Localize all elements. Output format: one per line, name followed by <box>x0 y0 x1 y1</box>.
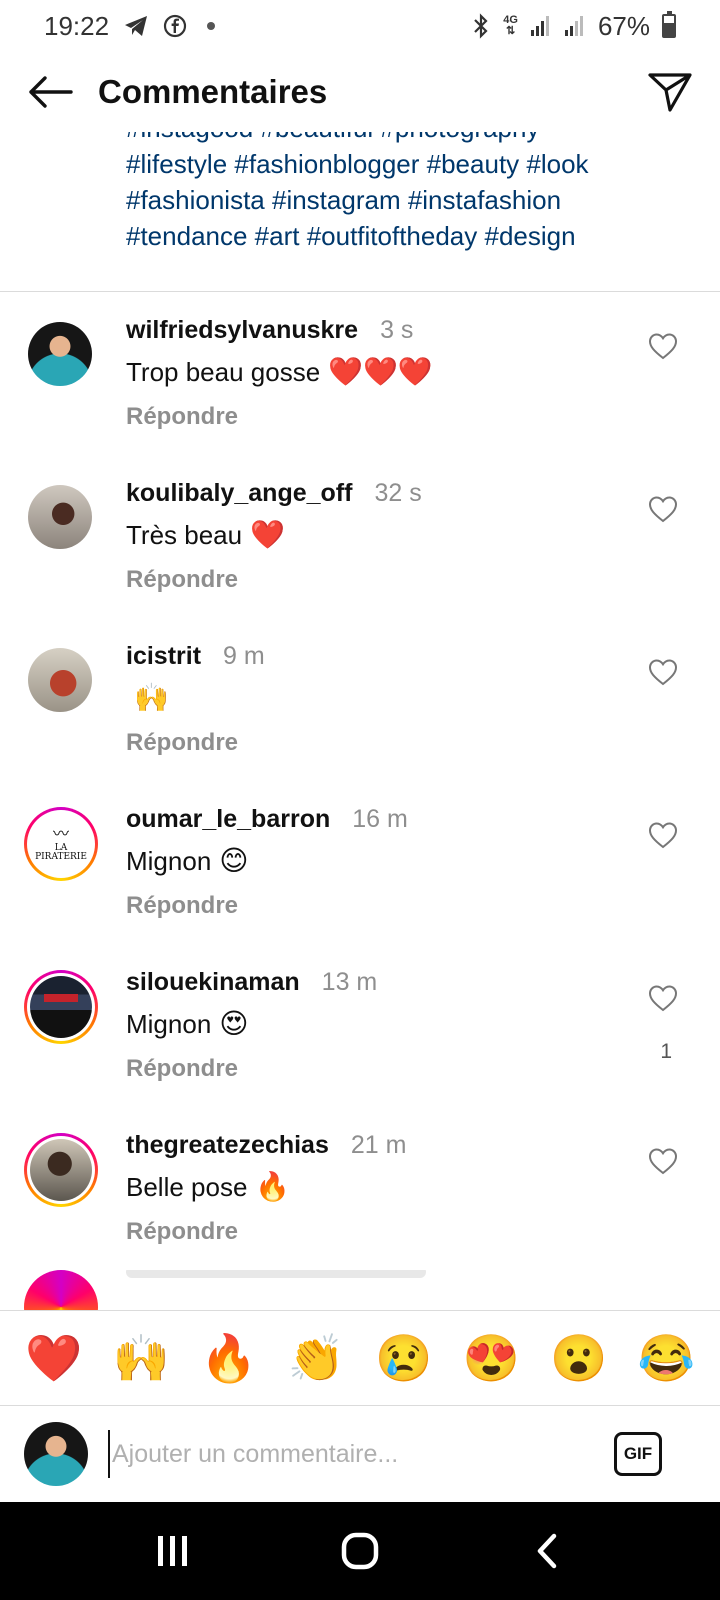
back-nav-button[interactable] <box>517 1521 577 1581</box>
comment-time: 3 s <box>380 316 414 344</box>
comment-time: 9 m <box>223 642 265 670</box>
comment-time: 21 m <box>350 1131 407 1159</box>
notification-dot-icon <box>207 22 216 30</box>
share-button[interactable] <box>644 66 696 118</box>
battery-icon <box>662 11 676 38</box>
home-icon <box>341 1532 379 1570</box>
battery-percent: 67% <box>597 10 650 41</box>
heart-icon[interactable] <box>648 495 678 523</box>
facebook-icon <box>163 14 187 38</box>
avatar[interactable] <box>28 648 92 712</box>
heart-icon[interactable] <box>648 332 678 360</box>
comment-emoji: 😊 <box>219 844 249 877</box>
caption-line[interactable]: #lifestyle #fashionblogger #beauty #look <box>126 146 670 182</box>
recent-apps-button[interactable] <box>143 1521 203 1581</box>
avatar-story-ring[interactable]: 〰 LA PIRATERIE <box>24 807 98 881</box>
comment-emoji: ❤️❤️❤️ <box>328 355 433 388</box>
comment-username[interactable]: thegreatezechias <box>126 1131 329 1160</box>
reaction-heart-eyes[interactable]: 😍 <box>459 1326 523 1390</box>
paper-plane-icon <box>648 73 692 112</box>
avatar[interactable] <box>28 485 92 549</box>
comment-text: Mignon <box>126 1009 212 1039</box>
comment-emoji: 🙌 <box>134 681 169 714</box>
comments-list[interactable]: wilfriedsylvanuskre 3 s Trop beau gosse ❤… <box>0 292 720 1310</box>
comment-item: thegreatezechias 21 m Belle pose 🔥 Répond… <box>0 1107 720 1270</box>
comment-username[interactable]: wilfriedsylvanuskre <box>126 316 358 345</box>
reply-button[interactable]: Répondre <box>126 1055 630 1083</box>
comment-item: 〰 LA PIRATERIE oumar_le_barron 16 m Migno… <box>0 781 720 944</box>
comment-text: Trop beau gosse <box>126 357 321 387</box>
heart-icon[interactable] <box>648 1147 678 1175</box>
reply-button[interactable]: Répondre <box>126 403 630 431</box>
heart-icon[interactable] <box>648 658 678 686</box>
reaction-surprised[interactable]: 😮 <box>547 1326 611 1390</box>
signal-icon <box>564 15 586 37</box>
comment-input[interactable] <box>108 1430 614 1478</box>
heart-icon[interactable] <box>648 984 678 1012</box>
comment-emoji: 🔥 <box>255 1170 291 1203</box>
caption-line[interactable]: #fashionista #instagram #instafashion <box>126 182 670 218</box>
avatar-story-ring[interactable] <box>24 1133 98 1207</box>
comment-item: icistrit 9 m 🙌 Répondre <box>0 618 720 781</box>
reaction-raising-hands[interactable]: 🙌 <box>109 1326 173 1390</box>
signal-icon <box>530 15 552 37</box>
page-title: Commentaires <box>98 73 328 110</box>
arrow-left-icon <box>29 76 73 108</box>
avatar-story-ring[interactable] <box>24 970 98 1044</box>
comment-item: wilfriedsylvanuskre 3 s Trop beau gosse ❤… <box>0 292 720 455</box>
reaction-fire[interactable]: 🔥 <box>197 1326 261 1390</box>
status-time: 19:22 <box>44 10 110 41</box>
next-comment-peek <box>0 1270 720 1310</box>
comment-time: 32 s <box>374 479 422 507</box>
back-button[interactable] <box>24 66 76 118</box>
avatar <box>24 1422 88 1486</box>
comment-time: 13 m <box>321 968 378 996</box>
avatar <box>30 1139 92 1201</box>
comment-time: 16 m <box>352 805 408 833</box>
reaction-heart[interactable]: ❤️ <box>22 1326 86 1390</box>
avatar: 〰 LA PIRATERIE <box>30 813 92 875</box>
avatar[interactable] <box>28 322 92 386</box>
comment-emoji: ❤️ <box>250 518 285 551</box>
avatar-story-ring <box>24 1270 98 1310</box>
chevron-left-icon <box>537 1533 556 1569</box>
reaction-crying[interactable]: 😢 <box>372 1326 436 1390</box>
post-caption: #instagood #beautiful #photography #life… <box>0 128 720 292</box>
heart-icon[interactable] <box>648 821 678 849</box>
network-4g-icon: 4G ⇅ <box>503 14 518 37</box>
reply-button[interactable]: Répondre <box>126 892 630 920</box>
bluetooth-icon <box>471 13 491 39</box>
comment-text: Très beau <box>126 520 243 550</box>
like-count[interactable]: 1 <box>660 1040 672 1064</box>
recent-apps-icon <box>158 1536 188 1566</box>
comment-username[interactable]: silouekinaman <box>126 968 300 997</box>
header: Commentaires <box>0 52 720 132</box>
comment-username[interactable]: icistrit <box>126 642 201 671</box>
gif-button[interactable]: GIF <box>614 1432 662 1476</box>
battery-fill <box>664 22 674 36</box>
avatar-logo-text: LA PIRATERIE <box>35 843 87 862</box>
system-nav-bar <box>0 1502 720 1600</box>
comment-emoji: 😍 <box>219 1007 249 1040</box>
comment-username[interactable]: koulibaly_ange_off <box>126 479 352 508</box>
comment-username[interactable]: oumar_le_barron <box>126 805 330 834</box>
reaction-laughing[interactable]: 😂 <box>634 1326 698 1390</box>
reaction-clap[interactable]: 👏 <box>284 1326 348 1390</box>
mustache-icon: 〰 <box>52 824 69 843</box>
status-bar: 19:22 4G ⇅ 67% <box>0 0 720 52</box>
caption-line[interactable]: #tendance #art #outfitoftheday #design <box>126 218 670 254</box>
comment-text: Mignon <box>126 846 212 876</box>
reply-button[interactable]: Répondre <box>126 1218 630 1246</box>
comment-item: silouekinaman 13 m Mignon 😍 Répondre 1 <box>0 944 720 1107</box>
comment-item: koulibaly_ange_off 32 s Très beau ❤️ Répo… <box>0 455 720 618</box>
comment-text: Belle pose <box>126 1172 248 1202</box>
telegram-icon <box>123 15 149 37</box>
avatar <box>30 976 92 1038</box>
home-button[interactable] <box>330 1521 390 1581</box>
next-comment-placeholder <box>126 1270 426 1278</box>
quick-reactions-bar: ❤️ 🙌 🔥 👏 😢 😍 😮 😂 <box>0 1310 720 1406</box>
reply-button[interactable]: Répondre <box>126 566 630 594</box>
reply-button[interactable]: Répondre <box>126 729 630 757</box>
comment-composer: GIF <box>0 1406 720 1502</box>
